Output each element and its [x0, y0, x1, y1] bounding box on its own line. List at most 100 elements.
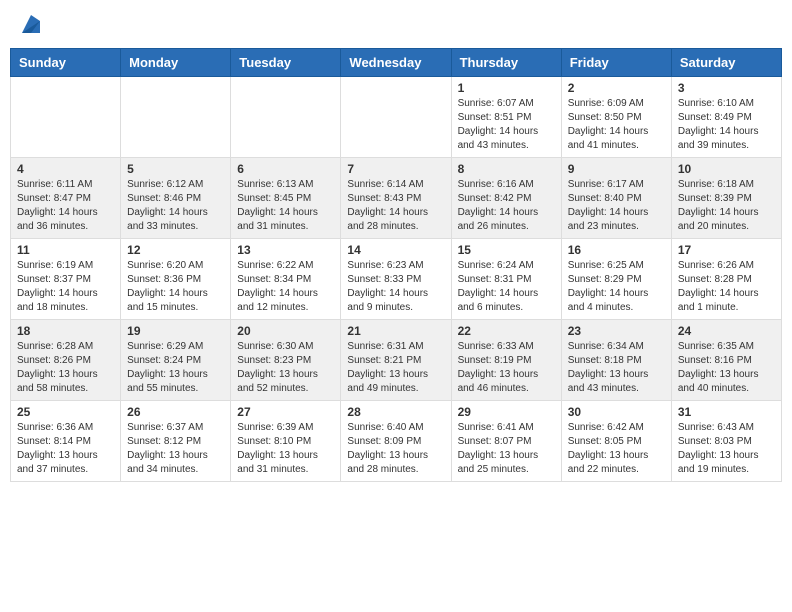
day-info: Sunrise: 6:33 AM Sunset: 8:19 PM Dayligh…	[458, 340, 555, 396]
calendar-cell: 9Sunrise: 6:17 AM Sunset: 8:40 PM Daylig…	[561, 158, 671, 239]
calendar-cell: 17 Sunrise: 6:26 AM Sunset: 8:28 PM Dayli…	[671, 239, 781, 320]
day-number: 6	[237, 162, 334, 176]
calendar-cell: 23 Sunrise: 6:34 AM Sunset: 8:18 PM Dayli…	[561, 320, 671, 401]
logo	[20, 15, 40, 33]
weekday-header-thursday: Thursday	[451, 49, 561, 77]
day-info: Sunrise: 6:07 AM Sunset: 8:51 PM Dayligh…	[458, 97, 555, 153]
calendar-cell	[11, 77, 121, 158]
day-info: Sunrise: 6:13 AM Sunset: 8:45 PM Dayligh…	[237, 178, 334, 234]
day-info: Sunrise: 6:14 AM Sunset: 8:43 PM Dayligh…	[347, 178, 444, 234]
calendar-cell: 6 Sunrise: 6:13 AM Sunset: 8:45 PM Daylig…	[231, 158, 341, 239]
day-number: 17	[678, 243, 775, 257]
day-number: 22	[458, 324, 555, 338]
calendar-week-5: 25Sunrise: 6:36 AM Sunset: 8:14 PM Dayli…	[11, 401, 782, 482]
calendar-cell: 26 Sunrise: 6:37 AM Sunset: 8:12 PM Dayli…	[121, 401, 231, 482]
day-number: 27	[237, 405, 334, 419]
calendar-cell: 8 Sunrise: 6:16 AM Sunset: 8:42 PM Daylig…	[451, 158, 561, 239]
weekday-header-tuesday: Tuesday	[231, 49, 341, 77]
calendar-header-row: SundayMondayTuesdayWednesdayThursdayFrid…	[11, 49, 782, 77]
day-info: Sunrise: 6:26 AM Sunset: 8:28 PM Dayligh…	[678, 259, 775, 315]
day-info: Sunrise: 6:18 AM Sunset: 8:39 PM Dayligh…	[678, 178, 775, 234]
day-number: 29	[458, 405, 555, 419]
day-number: 9	[568, 162, 665, 176]
day-info: Sunrise: 6:41 AM Sunset: 8:07 PM Dayligh…	[458, 421, 555, 477]
day-number: 12	[127, 243, 224, 257]
calendar-cell	[341, 77, 451, 158]
day-number: 10	[678, 162, 775, 176]
day-info: Sunrise: 6:16 AM Sunset: 8:42 PM Dayligh…	[458, 178, 555, 234]
calendar-cell: 25Sunrise: 6:36 AM Sunset: 8:14 PM Dayli…	[11, 401, 121, 482]
day-info: Sunrise: 6:30 AM Sunset: 8:23 PM Dayligh…	[237, 340, 334, 396]
day-info: Sunrise: 6:39 AM Sunset: 8:10 PM Dayligh…	[237, 421, 334, 477]
day-number: 26	[127, 405, 224, 419]
day-info: Sunrise: 6:35 AM Sunset: 8:16 PM Dayligh…	[678, 340, 775, 396]
day-number: 28	[347, 405, 444, 419]
day-number: 2	[568, 81, 665, 95]
calendar-cell: 22 Sunrise: 6:33 AM Sunset: 8:19 PM Dayli…	[451, 320, 561, 401]
calendar-cell: 15Sunrise: 6:24 AM Sunset: 8:31 PM Dayli…	[451, 239, 561, 320]
calendar-cell: 29 Sunrise: 6:41 AM Sunset: 8:07 PM Dayli…	[451, 401, 561, 482]
day-number: 23	[568, 324, 665, 338]
weekday-header-monday: Monday	[121, 49, 231, 77]
day-info: Sunrise: 6:31 AM Sunset: 8:21 PM Dayligh…	[347, 340, 444, 396]
day-number: 4	[17, 162, 114, 176]
weekday-header-friday: Friday	[561, 49, 671, 77]
calendar-cell: 28Sunrise: 6:40 AM Sunset: 8:09 PM Dayli…	[341, 401, 451, 482]
calendar-week-1: 1 Sunrise: 6:07 AM Sunset: 8:51 PM Daylig…	[11, 77, 782, 158]
weekday-header-wednesday: Wednesday	[341, 49, 451, 77]
day-number: 21	[347, 324, 444, 338]
day-number: 13	[237, 243, 334, 257]
day-info: Sunrise: 6:22 AM Sunset: 8:34 PM Dayligh…	[237, 259, 334, 315]
calendar-cell: 7 Sunrise: 6:14 AM Sunset: 8:43 PM Daylig…	[341, 158, 451, 239]
day-number: 20	[237, 324, 334, 338]
calendar-cell: 19 Sunrise: 6:29 AM Sunset: 8:24 PM Dayli…	[121, 320, 231, 401]
day-number: 31	[678, 405, 775, 419]
day-info: Sunrise: 6:25 AM Sunset: 8:29 PM Dayligh…	[568, 259, 665, 315]
day-info: Sunrise: 6:19 AM Sunset: 8:37 PM Dayligh…	[17, 259, 114, 315]
calendar-cell: 5 Sunrise: 6:12 AM Sunset: 8:46 PM Daylig…	[121, 158, 231, 239]
calendar-cell: 31 Sunrise: 6:43 AM Sunset: 8:03 PM Dayli…	[671, 401, 781, 482]
day-number: 7	[347, 162, 444, 176]
day-info: Sunrise: 6:23 AM Sunset: 8:33 PM Dayligh…	[347, 259, 444, 315]
day-info: Sunrise: 6:42 AM Sunset: 8:05 PM Dayligh…	[568, 421, 665, 477]
calendar-cell: 1 Sunrise: 6:07 AM Sunset: 8:51 PM Daylig…	[451, 77, 561, 158]
day-number: 11	[17, 243, 114, 257]
calendar-cell: 12 Sunrise: 6:20 AM Sunset: 8:36 PM Dayli…	[121, 239, 231, 320]
calendar-cell: 21 Sunrise: 6:31 AM Sunset: 8:21 PM Dayli…	[341, 320, 451, 401]
day-info: Sunrise: 6:37 AM Sunset: 8:12 PM Dayligh…	[127, 421, 224, 477]
day-info: Sunrise: 6:29 AM Sunset: 8:24 PM Dayligh…	[127, 340, 224, 396]
day-info: Sunrise: 6:36 AM Sunset: 8:14 PM Dayligh…	[17, 421, 114, 477]
day-number: 5	[127, 162, 224, 176]
calendar-cell: 13 Sunrise: 6:22 AM Sunset: 8:34 PM Dayli…	[231, 239, 341, 320]
calendar-cell: 18Sunrise: 6:28 AM Sunset: 8:26 PM Dayli…	[11, 320, 121, 401]
day-number: 19	[127, 324, 224, 338]
calendar-cell	[121, 77, 231, 158]
calendar-week-2: 4 Sunrise: 6:11 AM Sunset: 8:47 PM Daylig…	[11, 158, 782, 239]
day-info: Sunrise: 6:10 AM Sunset: 8:49 PM Dayligh…	[678, 97, 775, 153]
calendar-cell: 24 Sunrise: 6:35 AM Sunset: 8:16 PM Dayli…	[671, 320, 781, 401]
day-number: 14	[347, 243, 444, 257]
calendar-cell	[231, 77, 341, 158]
day-number: 15	[458, 243, 555, 257]
day-number: 3	[678, 81, 775, 95]
calendar-cell: 20 Sunrise: 6:30 AM Sunset: 8:23 PM Dayli…	[231, 320, 341, 401]
weekday-header-sunday: Sunday	[11, 49, 121, 77]
calendar-week-3: 11 Sunrise: 6:19 AM Sunset: 8:37 PM Dayli…	[11, 239, 782, 320]
day-info: Sunrise: 6:11 AM Sunset: 8:47 PM Dayligh…	[17, 178, 114, 234]
day-number: 1	[458, 81, 555, 95]
day-info: Sunrise: 6:43 AM Sunset: 8:03 PM Dayligh…	[678, 421, 775, 477]
day-number: 30	[568, 405, 665, 419]
day-number: 24	[678, 324, 775, 338]
day-info: Sunrise: 6:20 AM Sunset: 8:36 PM Dayligh…	[127, 259, 224, 315]
day-number: 8	[458, 162, 555, 176]
day-info: Sunrise: 6:28 AM Sunset: 8:26 PM Dayligh…	[17, 340, 114, 396]
day-number: 16	[568, 243, 665, 257]
calendar-week-4: 18Sunrise: 6:28 AM Sunset: 8:26 PM Dayli…	[11, 320, 782, 401]
day-info: Sunrise: 6:12 AM Sunset: 8:46 PM Dayligh…	[127, 178, 224, 234]
calendar-cell: 11 Sunrise: 6:19 AM Sunset: 8:37 PM Dayli…	[11, 239, 121, 320]
day-info: Sunrise: 6:34 AM Sunset: 8:18 PM Dayligh…	[568, 340, 665, 396]
calendar-cell: 3 Sunrise: 6:10 AM Sunset: 8:49 PM Daylig…	[671, 77, 781, 158]
calendar-cell: 14 Sunrise: 6:23 AM Sunset: 8:33 PM Dayli…	[341, 239, 451, 320]
calendar-cell: 16 Sunrise: 6:25 AM Sunset: 8:29 PM Dayli…	[561, 239, 671, 320]
calendar-cell: 2Sunrise: 6:09 AM Sunset: 8:50 PM Daylig…	[561, 77, 671, 158]
